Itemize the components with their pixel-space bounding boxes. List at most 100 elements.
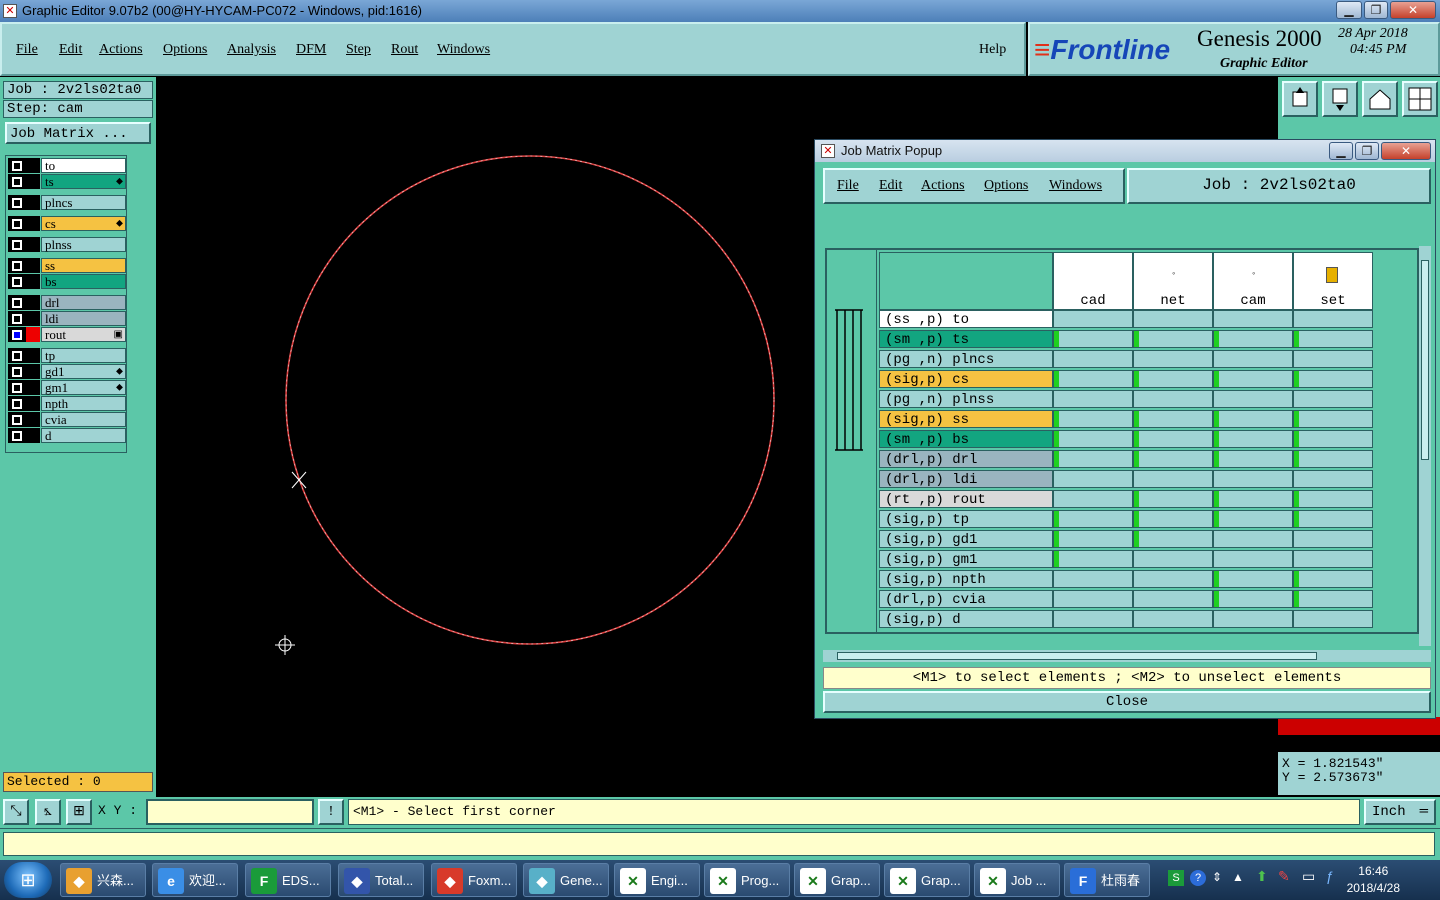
matrix-cell[interactable] <box>1053 350 1133 368</box>
layer-color-swatch[interactable] <box>26 380 40 395</box>
layer-color-swatch[interactable] <box>26 428 40 443</box>
matrix-layer-row[interactable]: (sig,p) tp <box>879 510 1053 528</box>
layer-row-npth[interactable]: npth <box>8 396 126 411</box>
maximize-button[interactable]: ❐ <box>1364 1 1388 19</box>
layer-name[interactable]: gd1 ⬥ <box>41 364 126 379</box>
layer-color-swatch[interactable] <box>26 412 40 427</box>
layer-name[interactable]: ss <box>41 258 126 273</box>
import-icon[interactable] <box>1322 81 1358 117</box>
matrix-layer-row[interactable]: (drl,p) cvia <box>879 590 1053 608</box>
layer-name[interactable]: npth <box>41 396 126 411</box>
layer-checkbox[interactable] <box>8 174 26 189</box>
command-line[interactable] <box>0 828 1440 860</box>
matrix-cell[interactable] <box>1213 450 1293 468</box>
matrix-cell[interactable] <box>1213 430 1293 448</box>
taskbar-button[interactable]: F EDS... <box>245 863 331 897</box>
matrix-cell[interactable] <box>1293 350 1373 368</box>
matrix-cell[interactable] <box>1133 330 1213 348</box>
matrix-cell[interactable] <box>1293 570 1373 588</box>
layer-checkbox[interactable] <box>8 428 26 443</box>
matrix-cell[interactable] <box>1293 610 1373 628</box>
start-button[interactable]: ⊞ <box>4 862 52 898</box>
matrix-cell[interactable] <box>1053 590 1133 608</box>
matrix-cell[interactable] <box>1053 530 1133 548</box>
popup-menu-options[interactable]: Options <box>984 178 1028 194</box>
layer-color-swatch[interactable] <box>26 274 40 289</box>
popup-horizontal-scrollbar[interactable] <box>823 650 1431 662</box>
taskbar-button[interactable]: F 杜雨春 <box>1064 863 1150 897</box>
tray-expand-icon[interactable]: ▲ <box>1232 870 1244 884</box>
layer-checkbox[interactable] <box>8 158 26 173</box>
popup-minimize-button[interactable]: ▁ <box>1329 142 1353 160</box>
layer-row-d[interactable]: d <box>8 428 126 443</box>
matrix-cell[interactable] <box>1293 310 1373 328</box>
matrix-layer-row[interactable]: (sig,p) cs <box>879 370 1053 388</box>
matrix-cell[interactable] <box>1213 370 1293 388</box>
matrix-cell[interactable] <box>1133 550 1213 568</box>
matrix-layer-row[interactable]: (pg ,n) plnss <box>879 390 1053 408</box>
layer-checkbox[interactable] <box>8 311 26 326</box>
matrix-cell[interactable] <box>1133 510 1213 528</box>
menu-file[interactable]: File <box>16 42 38 58</box>
matrix-cell[interactable] <box>1293 590 1373 608</box>
layer-row-rout[interactable]: rout ▣ <box>8 327 126 342</box>
layer-color-swatch[interactable] <box>26 174 40 189</box>
matrix-cell[interactable] <box>1213 310 1293 328</box>
matrix-layer-row[interactable]: (drl,p) drl <box>879 450 1053 468</box>
layer-checkbox[interactable] <box>8 348 26 363</box>
matrix-cell[interactable] <box>1213 570 1293 588</box>
matrix-cell[interactable] <box>1053 470 1133 488</box>
layer-color-swatch[interactable] <box>26 216 40 231</box>
layer-color-swatch[interactable] <box>26 237 40 252</box>
tray-network-icon[interactable]: ⬆ <box>1256 868 1268 885</box>
export-icon[interactable] <box>1282 81 1318 117</box>
layer-name[interactable]: to <box>41 158 126 173</box>
matrix-cell[interactable] <box>1133 310 1213 328</box>
layer-row-drl[interactable]: drl <box>8 295 126 310</box>
matrix-cell[interactable] <box>1293 370 1373 388</box>
taskbar-button[interactable]: ✕ Engi... <box>614 863 700 897</box>
matrix-cell[interactable] <box>1053 570 1133 588</box>
matrix-cell[interactable] <box>1293 410 1373 428</box>
layer-checkbox[interactable] <box>8 364 26 379</box>
tray-pen-icon[interactable]: ✎ <box>1278 868 1290 885</box>
clock[interactable]: 16:46 2018/4/28 <box>1347 863 1400 897</box>
matrix-cell[interactable] <box>1133 430 1213 448</box>
layer-color-swatch[interactable] <box>26 396 40 411</box>
matrix-layer-row[interactable]: (sig,p) gd1 <box>879 530 1053 548</box>
matrix-cell[interactable] <box>1213 410 1293 428</box>
layer-row-plnss[interactable]: plnss <box>8 237 126 252</box>
menu-dfm[interactable]: DFM <box>296 42 326 58</box>
matrix-cell[interactable] <box>1293 430 1373 448</box>
taskbar-button[interactable]: ✕ Job ... <box>974 863 1060 897</box>
matrix-cell[interactable] <box>1213 510 1293 528</box>
layer-color-swatch[interactable] <box>26 295 40 310</box>
menu-analysis[interactable]: Analysis <box>227 42 276 58</box>
matrix-cell[interactable] <box>1293 390 1373 408</box>
matrix-cell[interactable] <box>1053 410 1133 428</box>
taskbar-button[interactable]: ✕ Prog... <box>704 863 790 897</box>
matrix-cell[interactable] <box>1053 490 1133 508</box>
taskbar-button[interactable]: e 欢迎... <box>152 863 238 897</box>
step-column-cad[interactable]: cad <box>1053 252 1133 310</box>
layer-color-swatch[interactable] <box>26 195 40 210</box>
layer-color-swatch[interactable] <box>26 311 40 326</box>
job-matrix-button[interactable]: Job Matrix ... <box>5 122 151 144</box>
layer-checkbox[interactable] <box>8 237 26 252</box>
layer-checkbox[interactable] <box>8 380 26 395</box>
matrix-cell[interactable] <box>1213 610 1293 628</box>
matrix-cell[interactable] <box>1133 610 1213 628</box>
minimize-button[interactable]: ▁ <box>1336 1 1362 19</box>
layer-checkbox[interactable] <box>8 412 26 427</box>
matrix-layer-row[interactable]: (drl,p) ldi <box>879 470 1053 488</box>
taskbar-button[interactable]: ◆ 兴森... <box>60 863 146 897</box>
layer-row-cs[interactable]: cs ⬥ <box>8 216 126 231</box>
layer-checkbox[interactable] <box>8 295 26 310</box>
matrix-layer-row[interactable]: (sig,p) ss <box>879 410 1053 428</box>
step-column-net[interactable]: ◦ net <box>1133 252 1213 310</box>
matrix-cell[interactable] <box>1213 530 1293 548</box>
layer-row-to[interactable]: to <box>8 158 126 173</box>
layer-name[interactable]: bs <box>41 274 126 289</box>
layer-name[interactable]: plnss <box>41 237 126 252</box>
layer-name[interactable]: gm1 ⬥ <box>41 380 126 395</box>
